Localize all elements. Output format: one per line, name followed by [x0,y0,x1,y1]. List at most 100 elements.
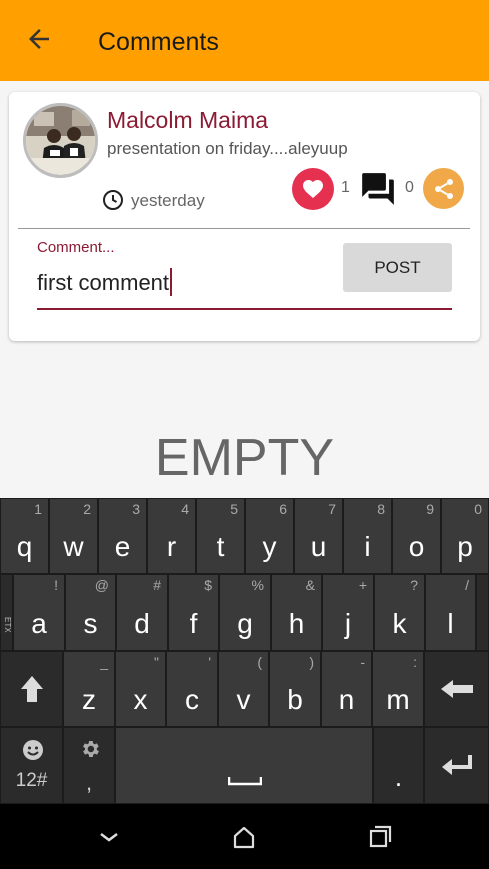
key-k[interactable]: ? k [374,574,425,651]
comment-input-value: first comment [37,270,170,295]
key-hint: # [153,577,161,593]
page-title: Comments [98,28,219,56]
post-button[interactable]: POST [343,243,452,292]
key-hint: % [251,577,264,593]
share-button[interactable] [423,168,464,209]
system-nav-bar [0,804,489,869]
key-i[interactable]: 8i [343,498,392,574]
key-label: y [262,531,277,562]
key-hint: 2 [83,501,91,517]
key-v[interactable]: (v [218,651,269,727]
settings-comma-key[interactable]: , [63,727,115,804]
key-hint: & [305,577,315,593]
key-hint: ? [410,577,418,593]
author-name[interactable]: Malcolm Maima [107,107,268,134]
key-label: m [386,684,410,715]
backspace-icon [440,680,473,698]
comment-input-underline [37,308,452,310]
key-m[interactable]: :m [372,651,424,727]
key-o[interactable]: 9o [392,498,441,574]
space-key[interactable] [115,727,373,804]
backspace-key[interactable] [424,651,489,727]
key-y[interactable]: 6y [245,498,294,574]
like-button[interactable] [292,168,334,210]
period-label: . [394,762,403,792]
key-w[interactable]: 2w [49,498,98,574]
key-b[interactable]: ) b [269,651,321,727]
space-icon [228,777,262,786]
arrow-left-icon[interactable] [24,24,54,54]
home-icon[interactable] [231,824,257,850]
key-e[interactable]: 3e [98,498,147,574]
key-n[interactable]: -n [321,651,372,727]
key-hint: / [465,577,469,593]
key-a[interactable]: ! a [13,574,65,651]
key-t[interactable]: 5t [196,498,245,574]
recent-apps-icon[interactable] [367,824,393,850]
key-c[interactable]: ' c [166,651,218,727]
key-label: d [134,608,150,639]
emoji-icon [23,740,43,760]
key-label: p [457,531,473,562]
key-q[interactable]: 1q [0,498,49,574]
comment-count: 0 [405,179,414,196]
key-j[interactable]: + j [322,574,374,651]
key-h[interactable]: & h [271,574,322,651]
like-count: 1 [341,179,350,196]
key-label: a [31,608,47,639]
enter-key[interactable] [424,727,489,804]
avatar-photo [26,106,95,175]
key-hint: $ [204,577,212,593]
key-d[interactable]: # d [116,574,168,651]
comment-field-label: Comment... [37,239,115,256]
key-s[interactable]: @ s [65,574,116,651]
key-label: s [83,608,98,639]
avatar[interactable] [23,103,98,178]
key-f[interactable]: $ f [168,574,219,651]
divider [18,228,470,229]
key-hint: ! [54,577,58,593]
key-hint: 8 [377,501,385,517]
shift-key[interactable] [0,651,63,727]
gear-icon [83,741,99,757]
key-hint: 0 [474,501,482,517]
post-text: presentation on friday....aleyuup [107,139,348,158]
key-p[interactable]: 0p [441,498,489,574]
key-l[interactable]: / l [425,574,476,651]
key-z[interactable]: _ z [63,651,115,727]
app-bar: Comments [0,0,489,81]
key-g[interactable]: % g [219,574,271,651]
key-label: v [236,684,251,715]
key-hint: ( [257,654,262,670]
key-r[interactable]: 4r [147,498,196,574]
key-hint: ) [309,654,314,670]
period-key[interactable]: . [373,727,424,804]
key-label: c [185,684,199,715]
key-label: t [216,531,225,562]
share-icon [434,178,453,199]
key-hint: 7 [328,501,336,517]
comma-label: , [85,770,93,795]
key-hint: 5 [230,501,238,517]
side-key: ETX [0,574,13,651]
key-x[interactable]: " x [115,651,166,727]
key-label: j [344,608,352,639]
symbols-key[interactable]: 12# [0,727,63,804]
key-label: q [16,531,33,562]
comment-input[interactable]: first comment [37,268,341,298]
symbols-label: 12# [15,770,48,791]
key-hint: 4 [181,501,189,517]
key-hint: _ [100,654,108,670]
chevron-down-icon[interactable] [96,824,122,850]
comments-icon[interactable] [359,170,397,208]
key-hint: + [358,577,367,593]
key-label: i [364,531,371,562]
key-label: h [288,608,305,639]
key-u[interactable]: 7u [294,498,343,574]
side-label: ETX [3,617,12,633]
key-hint: - [360,654,365,670]
key-hint: ' [208,654,211,670]
post-time: yesterday [131,191,205,210]
empty-state-text: EMPTY [154,429,335,487]
heart-icon [303,180,323,198]
